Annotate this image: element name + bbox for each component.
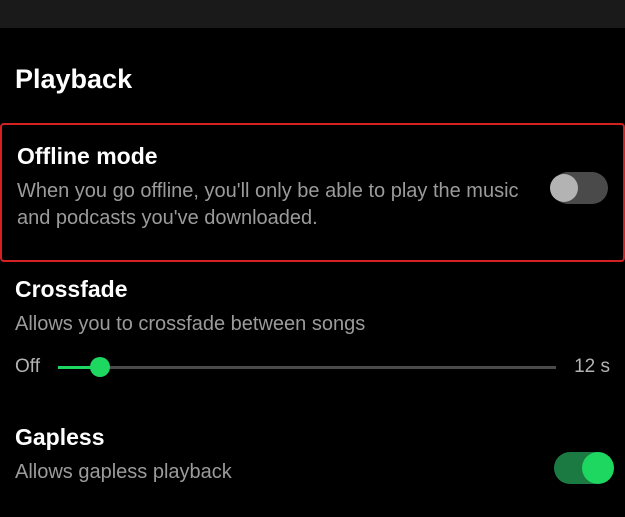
crossfade-title: Crossfade <box>15 276 610 303</box>
offline-text-block: Offline mode When you go offline, you'll… <box>17 143 532 232</box>
section-title: Playback <box>15 64 610 95</box>
gapless-description: Allows gapless playback <box>15 459 534 486</box>
crossfade-description: Allows you to crossfade between songs <box>15 311 610 338</box>
toggle-knob <box>550 174 578 202</box>
crossfade-slider[interactable] <box>58 366 556 369</box>
crossfade-row: Crossfade Allows you to crossfade betwee… <box>15 262 610 398</box>
gapless-toggle[interactable] <box>554 452 610 484</box>
top-bar <box>0 0 625 28</box>
crossfade-max-label: 12 s <box>574 356 610 378</box>
offline-mode-title: Offline mode <box>17 143 532 170</box>
offline-mode-row: Offline mode When you go offline, you'll… <box>0 123 625 262</box>
toggle-knob <box>582 452 614 484</box>
offline-mode-toggle[interactable] <box>552 172 608 204</box>
gapless-text-block: Gapless Allows gapless playback <box>15 424 534 486</box>
offline-mode-description: When you go offline, you'll only be able… <box>17 178 532 232</box>
crossfade-min-label: Off <box>15 356 40 378</box>
gapless-row: Gapless Allows gapless playback <box>15 398 610 486</box>
playback-settings: Playback Offline mode When you go offlin… <box>0 28 625 486</box>
slider-thumb[interactable] <box>90 357 110 377</box>
crossfade-slider-row: Off 12 s <box>15 338 610 384</box>
gapless-title: Gapless <box>15 424 534 451</box>
